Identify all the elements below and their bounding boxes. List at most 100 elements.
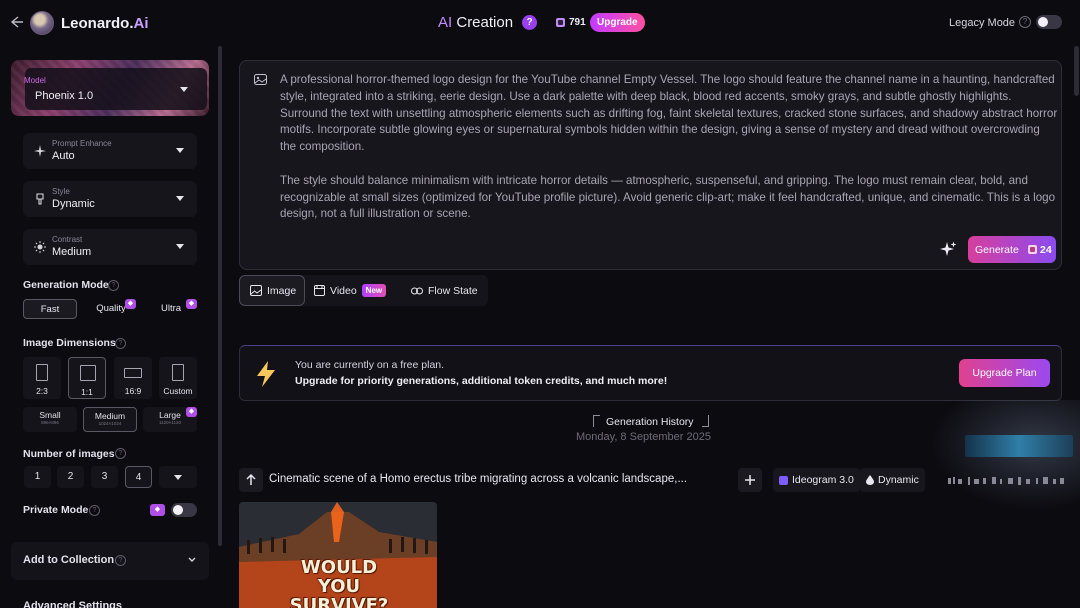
brand-logo[interactable] bbox=[30, 11, 54, 35]
settings-sidebar bbox=[0, 46, 222, 608]
sidebar-scrollbar[interactable] bbox=[218, 46, 222, 546]
page-title: AI Creation bbox=[438, 14, 514, 31]
generate-cost: 24 bbox=[1040, 244, 1052, 256]
image-count-1-button[interactable]: 1 bbox=[24, 466, 51, 488]
bracket-left-icon bbox=[593, 415, 600, 427]
creation-mode-tabs: Image Video New Flow State bbox=[239, 275, 488, 306]
model-kicker: Model bbox=[24, 76, 46, 85]
private-mode-label: Private Mode bbox=[23, 504, 89, 516]
style-kicker: Style bbox=[52, 187, 70, 196]
upgrade-button[interactable]: Upgrade bbox=[590, 13, 645, 32]
size-name: Small bbox=[39, 410, 61, 420]
upgrade-plan-button[interactable]: Upgrade Plan bbox=[959, 359, 1050, 387]
prompt-paragraph: A professional horror-themed logo design… bbox=[280, 73, 1058, 154]
image-prompt-icon[interactable] bbox=[254, 73, 267, 86]
legacy-mode-label: Legacy Mode bbox=[949, 17, 1016, 29]
help-icon[interactable]: ? bbox=[115, 448, 126, 459]
model-value: Phoenix 1.0 bbox=[35, 90, 94, 102]
new-badge: New bbox=[361, 284, 387, 297]
square-ratio-icon bbox=[80, 365, 96, 381]
add-button[interactable] bbox=[738, 468, 762, 492]
sparkle-icon bbox=[34, 145, 46, 157]
generated-image-thumbnail[interactable]: WOULD YOU SURVIVE? bbox=[239, 502, 437, 608]
add-to-collection-section[interactable]: Add to Collection ? bbox=[11, 542, 209, 580]
help-icon[interactable]: ? bbox=[115, 338, 126, 349]
top-bar: Leonardo.Ai AI Creation ? 791 Upgrade Le… bbox=[0, 0, 1080, 46]
bracket-right-icon bbox=[702, 415, 709, 427]
premium-gem-icon: ◆ bbox=[125, 299, 136, 309]
model-tag-label: Ideogram 3.0 bbox=[792, 474, 854, 486]
help-icon[interactable]: ? bbox=[89, 505, 100, 516]
plan-upsell-text: Upgrade for priority generations, additi… bbox=[295, 375, 668, 387]
chevron-down-icon bbox=[188, 557, 196, 562]
plus-icon bbox=[745, 475, 755, 485]
premium-gem-icon: ◆ bbox=[186, 407, 197, 417]
style-tag-label: Dynamic bbox=[878, 474, 919, 486]
generate-label: Generate bbox=[975, 244, 1019, 256]
brand-name[interactable]: Leonardo.Ai bbox=[61, 15, 149, 32]
private-mode-toggle[interactable] bbox=[171, 503, 197, 517]
generation-history-title: Generation History bbox=[606, 416, 694, 428]
ratio-2-3-button[interactable]: 2:3 bbox=[23, 357, 61, 399]
tab-flow-state-label: Flow State bbox=[428, 284, 478, 297]
size-small-button[interactable]: Small 896×896 bbox=[23, 407, 77, 432]
size-name: Medium bbox=[94, 411, 126, 421]
image-count-2-button[interactable]: 2 bbox=[57, 466, 84, 488]
size-medium-button[interactable]: Medium 1024×1024 bbox=[83, 407, 137, 432]
size-px: 1024×1024 bbox=[98, 421, 122, 426]
token-balance[interactable]: 791 bbox=[556, 17, 586, 28]
model-chevron-down-icon bbox=[180, 87, 188, 92]
contrast-select[interactable]: Contrast Medium bbox=[23, 229, 197, 265]
enhance-sparkle-icon[interactable] bbox=[940, 241, 957, 258]
style-value: Dynamic bbox=[52, 198, 95, 210]
tab-video[interactable]: Video New bbox=[314, 275, 387, 306]
ratio-1-1-button[interactable]: 1:1 bbox=[68, 357, 106, 399]
premium-gem-icon: ◆ bbox=[186, 299, 197, 309]
help-icon[interactable]: ? bbox=[522, 15, 537, 30]
link-icon bbox=[411, 287, 423, 294]
generate-button[interactable]: Generate 24 bbox=[968, 236, 1056, 263]
ratio-label: 2:3 bbox=[36, 386, 48, 396]
tab-flow-state[interactable]: Flow State bbox=[411, 275, 478, 306]
mode-fast-button[interactable]: Fast bbox=[23, 299, 77, 319]
collapse-sidebar-icon[interactable] bbox=[8, 14, 24, 30]
model-icon bbox=[779, 475, 788, 485]
help-icon[interactable]: ? bbox=[115, 555, 126, 566]
thumbnail-caption: WOULD YOU SURVIVE? bbox=[289, 557, 389, 608]
background-preview-image bbox=[965, 435, 1073, 457]
image-count-more-button[interactable] bbox=[159, 466, 197, 488]
number-of-images-label: Number of images bbox=[23, 448, 115, 460]
style-select[interactable]: Style Dynamic bbox=[23, 181, 197, 217]
prompt-enhance-select[interactable]: Prompt Enhance Auto bbox=[23, 133, 197, 169]
image-count-3-button[interactable]: 3 bbox=[91, 466, 118, 488]
size-px: 1120×1120 bbox=[159, 420, 181, 425]
ratio-label: 16:9 bbox=[124, 386, 142, 396]
generation-mode-label: Generation Mode bbox=[23, 279, 109, 291]
legacy-mode-help-icon[interactable]: ? bbox=[1019, 16, 1031, 28]
tab-image[interactable]: Image bbox=[239, 275, 305, 306]
add-to-collection-label: Add to Collection bbox=[23, 554, 115, 566]
advanced-settings-label[interactable]: Advanced Settings bbox=[23, 600, 122, 608]
legacy-mode-toggle[interactable] bbox=[1036, 15, 1062, 29]
chevron-down-icon bbox=[176, 244, 184, 249]
image-count-4-button[interactable]: 4 bbox=[125, 466, 152, 488]
main-scrollbar[interactable] bbox=[1074, 46, 1079, 96]
tab-video-label: Video bbox=[330, 284, 357, 297]
chevron-down-icon bbox=[176, 148, 184, 153]
ratio-16-9-button[interactable]: 16:9 bbox=[114, 357, 152, 399]
help-icon[interactable]: ? bbox=[108, 280, 119, 291]
style-tag: Dynamic bbox=[860, 468, 925, 492]
portrait-ratio-icon bbox=[36, 364, 48, 381]
reuse-prompt-button[interactable] bbox=[239, 468, 263, 492]
plan-status-text: You are currently on a free plan. bbox=[295, 359, 445, 371]
contrast-kicker: Contrast bbox=[52, 235, 83, 244]
image-dimensions-label: Image Dimensions bbox=[23, 337, 116, 349]
contrast-value: Medium bbox=[52, 246, 92, 258]
token-coin-icon bbox=[1028, 245, 1037, 254]
ratio-custom-button[interactable]: Custom bbox=[159, 357, 197, 399]
prompt-text[interactable]: A professional horror-themed logo design… bbox=[280, 72, 1058, 240]
ratio-label: 1:1 bbox=[81, 387, 93, 397]
arrow-up-icon bbox=[246, 473, 256, 485]
history-prompt[interactable]: Cinematic scene of a Homo erectus tribe … bbox=[269, 473, 687, 485]
chevron-down-icon bbox=[174, 475, 182, 480]
